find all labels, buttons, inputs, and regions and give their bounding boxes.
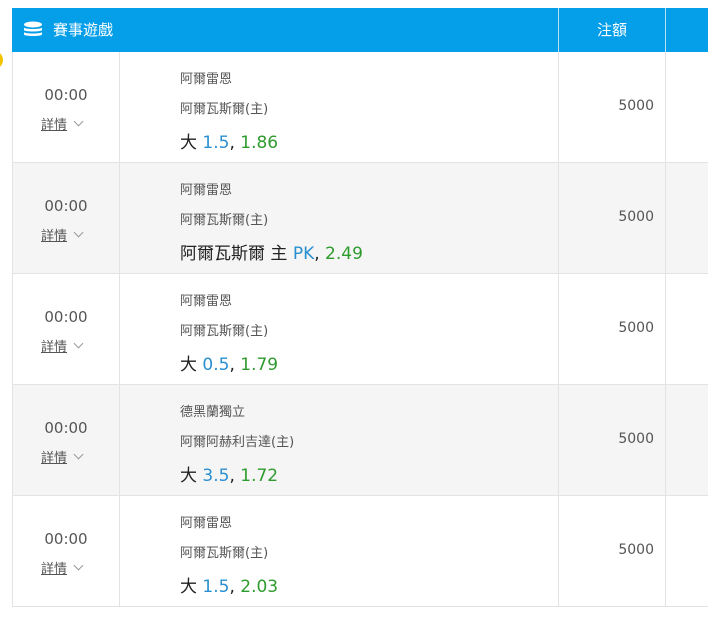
home-team: 阿爾瓦斯爾(主) [180,324,269,339]
match-time: 00:00 [44,419,88,437]
details-toggle[interactable]: 詳情 [41,336,84,355]
stake-cell: 5000 [559,52,666,162]
chevron-down-icon [73,449,84,460]
table-row: 00:00 詳情 阿爾雷恩 阿爾瓦斯爾(主) 大 1.5, 2.03 5000 [12,496,708,607]
time-cell: 00:00 詳情 [13,274,120,384]
bet-odds: 2.49 [325,244,363,264]
time-cell: 00:00 詳情 [13,385,120,495]
bet-prefix: 阿爾瓦斯爾 主 [180,244,293,264]
bet-odds: 1.72 [240,466,279,486]
bet-separator: , [229,466,241,486]
stake-cell: 5000 [559,163,666,273]
bet-table: 賽事遊戲 注額 00:00 詳情 阿爾雷恩 阿爾瓦斯爾(主) 大 1.5, 1.… [12,8,708,619]
match-cell: 阿爾雷恩 阿爾瓦斯爾(主) 阿爾瓦斯爾 主 PK, 2.49 [120,163,559,273]
details-link[interactable]: 詳情 [41,562,67,577]
bet-selection: 阿爾瓦斯爾 主 PK, 2.49 [180,239,363,264]
bet-separator: , [229,577,241,597]
home-team: 阿爾瓦斯爾(主) [180,546,269,561]
stake-amount: 5000 [618,209,654,225]
stake-cell: 5000 [559,385,666,495]
table-body: 00:00 詳情 阿爾雷恩 阿爾瓦斯爾(主) 大 1.5, 1.86 5000 … [12,52,708,607]
away-team: 阿爾雷恩 [180,183,233,198]
match-time: 00:00 [44,86,88,104]
table-header: 賽事遊戲 注額 [12,8,708,52]
table-row: 00:00 詳情 德黑蘭獨立 阿爾阿赫利吉達(主) 大 3.5, 1.72 50… [12,385,708,496]
match-time: 00:00 [44,197,88,215]
bet-odds: 1.79 [240,355,279,375]
match-cell: 阿爾雷恩 阿爾瓦斯爾(主) 大 1.5, 2.03 [120,496,559,606]
bet-odds: 2.03 [240,577,279,597]
chevron-down-icon [73,227,84,238]
bet-prefix: 大 [180,133,203,153]
bet-prefix: 大 [180,466,203,486]
table-row: 00:00 詳情 阿爾雷恩 阿爾瓦斯爾(主) 大 1.5, 1.86 5000 [12,52,708,163]
stake-amount: 5000 [618,431,654,447]
database-icon [24,21,42,36]
stake-cell: 5000 [559,496,666,606]
home-team: 阿爾阿赫利吉達(主) [180,435,295,450]
stake-amount: 5000 [618,320,654,336]
bet-prefix: 大 [180,577,203,597]
header-game-cell: 賽事遊戲 [12,8,558,52]
stake-amount: 5000 [618,98,654,114]
bet-line: 0.5 [202,355,230,375]
details-toggle[interactable]: 詳情 [41,558,84,577]
away-team: 阿爾雷恩 [180,294,233,309]
header-extra-cell [665,8,708,52]
bet-line: 1.5 [202,133,230,153]
details-link[interactable]: 詳情 [41,118,67,133]
away-team: 德黑蘭獨立 [180,405,246,420]
match-cell: 阿爾雷恩 阿爾瓦斯爾(主) 大 0.5, 1.79 [120,274,559,384]
away-team: 阿爾雷恩 [180,516,233,531]
home-team: 阿爾瓦斯爾(主) [180,213,269,228]
edge-indicator [0,51,3,69]
bet-line: 1.5 [202,577,230,597]
match-time: 00:00 [44,308,88,326]
table-row: 00:00 詳情 阿爾雷恩 阿爾瓦斯爾(主) 大 0.5, 1.79 5000 [12,274,708,385]
time-cell: 00:00 詳情 [13,163,120,273]
bet-odds: 1.86 [240,133,279,153]
extra-cell [666,274,708,384]
chevron-down-icon [73,338,84,349]
extra-cell [666,163,708,273]
chevron-down-icon [73,560,84,571]
home-team: 阿爾瓦斯爾(主) [180,102,269,117]
details-toggle[interactable]: 詳情 [41,447,84,466]
chevron-down-icon [73,116,84,127]
bet-line: PK [292,244,315,264]
match-cell: 阿爾雷恩 阿爾瓦斯爾(主) 大 1.5, 1.86 [120,52,559,162]
bet-separator: , [229,355,241,375]
match-time: 00:00 [44,530,88,548]
extra-cell [666,385,708,495]
away-team: 阿爾雷恩 [180,72,233,87]
bet-separator: , [229,133,241,153]
details-link[interactable]: 詳情 [41,229,67,244]
extra-cell [666,496,708,606]
details-toggle[interactable]: 詳情 [41,225,84,244]
stake-cell: 5000 [559,274,666,384]
details-link[interactable]: 詳情 [41,451,67,466]
header-stake-cell: 注額 [558,8,665,52]
details-link[interactable]: 詳情 [41,340,67,355]
bet-selection: 大 3.5, 1.72 [180,461,278,486]
header-stake-label: 注額 [596,21,627,39]
header-title: 賽事遊戲 [53,21,114,39]
bet-selection: 大 1.5, 2.03 [180,572,278,597]
details-toggle[interactable]: 詳情 [41,114,84,133]
time-cell: 00:00 詳情 [13,496,120,606]
bet-selection: 大 1.5, 1.86 [180,128,278,153]
table-row: 00:00 詳情 阿爾雷恩 阿爾瓦斯爾(主) 阿爾瓦斯爾 主 PK, 2.49 … [12,163,708,274]
extra-cell [666,52,708,162]
time-cell: 00:00 詳情 [13,52,120,162]
bet-prefix: 大 [180,355,203,375]
bet-line: 3.5 [202,466,230,486]
stake-amount: 5000 [618,542,654,558]
match-cell: 德黑蘭獨立 阿爾阿赫利吉達(主) 大 3.5, 1.72 [120,385,559,495]
bet-separator: , [314,244,326,264]
bet-selection: 大 0.5, 1.79 [180,350,278,375]
